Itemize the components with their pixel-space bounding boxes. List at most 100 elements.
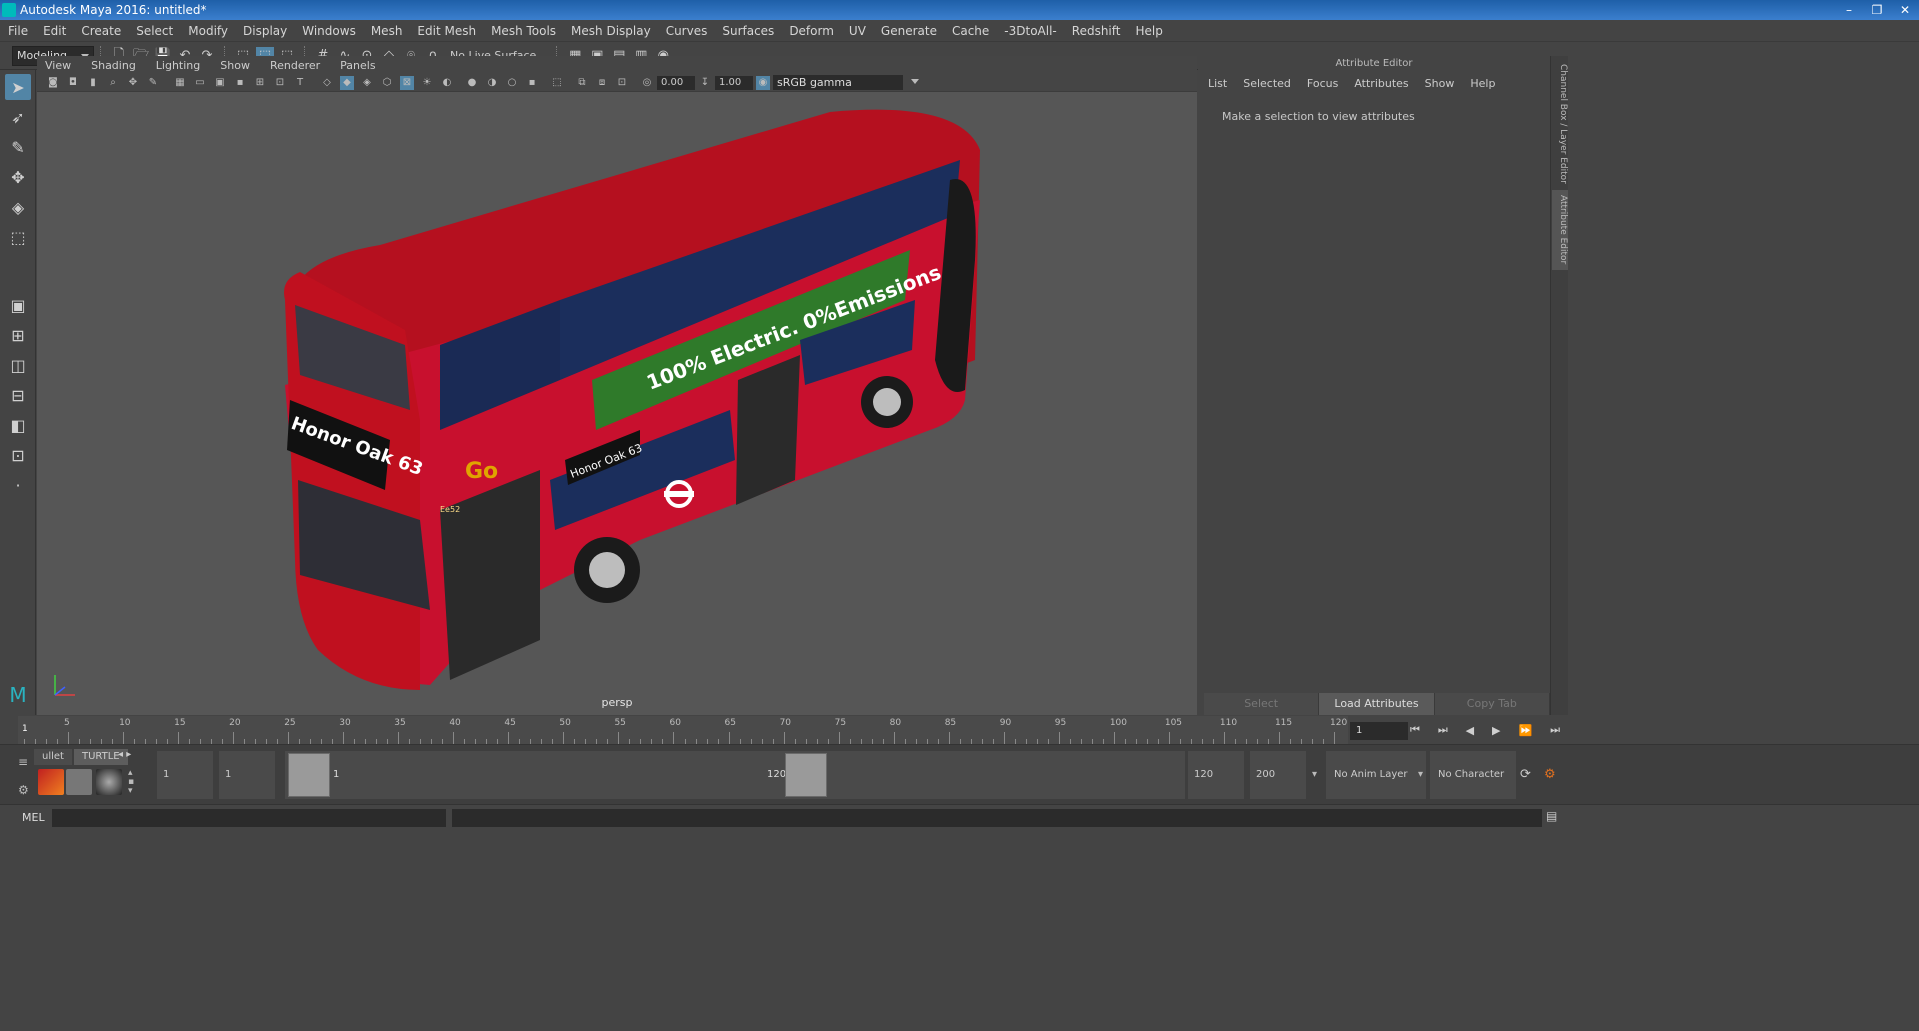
playback-end-field[interactable]: 120	[1188, 751, 1244, 799]
go-to-end-icon[interactable]: ⏭	[1550, 723, 1560, 737]
camera-attributes-icon[interactable]: ◘	[66, 76, 80, 90]
ae-load-attributes-button[interactable]: Load Attributes	[1319, 693, 1435, 715]
shadows-icon[interactable]: ◐	[440, 76, 454, 90]
ae-menu-focus[interactable]: Focus	[1307, 77, 1338, 90]
menu-select[interactable]: Select	[136, 24, 173, 38]
play-forward-icon[interactable]: ▶	[1492, 724, 1500, 737]
smooth-shade-icon[interactable]: ◆	[340, 75, 354, 90]
auto-key-icon[interactable]: ⟳	[1520, 767, 1531, 782]
lasso-tool-icon[interactable]: ➶	[5, 104, 31, 130]
range-start-handle[interactable]	[288, 753, 330, 797]
menu-cache[interactable]: Cache	[952, 24, 989, 38]
shelf-tab-scroll-icon[interactable]: ◂ ▸	[118, 749, 131, 760]
grease-pencil-icon[interactable]: ✎	[146, 76, 160, 90]
select-tool-icon[interactable]: ➤	[5, 74, 31, 100]
minimize-button[interactable]: –	[1835, 0, 1863, 20]
bus-model[interactable]: Honor Oak 63 100% Electric. 0%Emissions.…	[37, 92, 1197, 702]
more-layouts-icon[interactable]: ·	[5, 472, 31, 498]
timeline-ruler[interactable]: 5 10 15 20 25 30 35 40 45 50 55 60 65 70 75 80 85 90 95 100…	[18, 716, 1348, 744]
anim-layer-dropdown[interactable]: No Anim Layer	[1326, 751, 1426, 799]
2d-pan-zoom-icon[interactable]: ✥	[126, 76, 140, 90]
maximize-button[interactable]: ❐	[1863, 0, 1891, 20]
ae-copy-tab-button[interactable]: Copy Tab	[1434, 693, 1550, 715]
use-lights-icon[interactable]: ☀	[420, 76, 434, 90]
shelf-settings-icon[interactable]: ⚙	[18, 783, 29, 797]
scale-tool-icon[interactable]: ⬚	[5, 224, 31, 250]
ambient-occlusion-icon[interactable]: ●	[465, 76, 479, 90]
grid-icon[interactable]: ▦	[173, 76, 187, 90]
wireframe-on-shaded-icon[interactable]: ◈	[360, 76, 374, 90]
go-to-start-icon[interactable]: ⏮	[1410, 723, 1420, 737]
paint-select-tool-icon[interactable]: ✎	[5, 134, 31, 160]
film-gate-icon[interactable]: ▭	[193, 76, 207, 90]
gamma-icon[interactable]: ↧	[698, 76, 712, 90]
color-management-icon[interactable]: ◉	[756, 75, 770, 90]
menu-mesh[interactable]: Mesh	[371, 24, 403, 38]
vp-menu-renderer[interactable]: Renderer	[270, 59, 320, 72]
turtle-sphere-icon[interactable]	[96, 769, 122, 795]
script-layout-icon[interactable]: ⊡	[5, 442, 31, 468]
character-set-dropdown[interactable]: No Character Set	[1430, 751, 1516, 828]
default-material-icon[interactable]: ⬡	[380, 76, 394, 90]
menu-surfaces[interactable]: Surfaces	[722, 24, 774, 38]
perspective-viewport[interactable]: View Shading Lighting Show Renderer Pane…	[37, 56, 1197, 715]
turtle-bake-icon[interactable]	[38, 769, 64, 795]
ae-menu-help[interactable]: Help	[1470, 77, 1495, 90]
persp-outliner-layout-icon[interactable]: ◫	[5, 352, 31, 378]
resolution-gate-icon[interactable]: ▣	[213, 76, 227, 90]
menu-windows[interactable]: Windows	[302, 24, 356, 38]
script-language-label[interactable]: MEL	[22, 811, 45, 824]
menu-edit[interactable]: Edit	[43, 24, 66, 38]
tab-attribute-editor[interactable]: Attribute Editor	[1552, 190, 1568, 270]
chevron-down-icon[interactable]: ▾	[1312, 769, 1317, 780]
vp-menu-show[interactable]: Show	[220, 59, 250, 72]
ae-select-button[interactable]: Select	[1204, 693, 1320, 715]
xray-joints-icon[interactable]: ⧈	[595, 76, 609, 90]
textured-icon[interactable]: ⊠	[400, 75, 414, 90]
step-forward-key-icon[interactable]: ⏩	[1518, 724, 1532, 737]
ae-menu-selected[interactable]: Selected	[1243, 77, 1291, 90]
menu-3dtoall[interactable]: -3DtoAll-	[1004, 24, 1056, 38]
vp-menu-panels[interactable]: Panels	[340, 59, 375, 72]
four-view-layout-icon[interactable]: ⊞	[5, 322, 31, 348]
range-slider[interactable]: 1 120	[285, 751, 1185, 799]
tab-bullet[interactable]: ullet	[34, 749, 72, 765]
xray-components-icon[interactable]: ⊡	[615, 76, 629, 90]
persp-graph-layout-icon[interactable]: ⊟	[5, 382, 31, 408]
menu-file[interactable]: File	[8, 24, 28, 38]
single-perspective-layout-icon[interactable]: ▣	[5, 292, 31, 318]
bookmark-icon[interactable]: ▮	[86, 76, 100, 90]
move-tool-icon[interactable]: ✥	[5, 164, 31, 190]
chevron-down-icon[interactable]: ▾	[1418, 769, 1423, 780]
script-editor-icon[interactable]: ▤	[1546, 809, 1557, 823]
exposure-field[interactable]: 0.00	[657, 75, 695, 90]
vp-menu-shading[interactable]: Shading	[91, 59, 136, 72]
range-end-handle[interactable]	[785, 753, 827, 797]
depth-of-field-icon[interactable]: ▪	[525, 76, 539, 90]
safe-title-icon[interactable]: T	[293, 76, 307, 90]
wireframe-icon[interactable]: ◇	[320, 76, 334, 90]
gate-mask-icon[interactable]: ▪	[233, 76, 247, 90]
menu-mesh-display[interactable]: Mesh Display	[571, 24, 651, 38]
color-space-dropdown[interactable]: sRGB gamma	[773, 75, 919, 90]
animation-preferences-icon[interactable]: ⚙	[1544, 767, 1556, 782]
motion-blur-icon[interactable]: ◑	[485, 76, 499, 90]
gamma-field[interactable]: 1.00	[715, 75, 753, 90]
menu-display[interactable]: Display	[243, 24, 287, 38]
menu-redshift[interactable]: Redshift	[1072, 24, 1121, 38]
rotate-tool-icon[interactable]: ◈	[5, 194, 31, 220]
menu-curves[interactable]: Curves	[666, 24, 708, 38]
menu-help[interactable]: Help	[1135, 24, 1162, 38]
current-frame-field[interactable]: 1	[1350, 722, 1408, 740]
menu-generate[interactable]: Generate	[881, 24, 937, 38]
menu-deform[interactable]: Deform	[789, 24, 834, 38]
playback-start-field[interactable]: 1	[219, 751, 275, 799]
safe-action-icon[interactable]: ⊡	[273, 76, 287, 90]
close-button[interactable]: ✕	[1891, 0, 1919, 20]
camera-select-icon[interactable]: ◙	[46, 76, 60, 90]
tab-channel-box[interactable]: Channel Box / Layer Editor	[1552, 64, 1568, 184]
menu-edit-mesh[interactable]: Edit Mesh	[417, 24, 476, 38]
menu-mesh-tools[interactable]: Mesh Tools	[491, 24, 556, 38]
field-chart-icon[interactable]: ⊞	[253, 76, 267, 90]
menu-uv[interactable]: UV	[849, 24, 866, 38]
